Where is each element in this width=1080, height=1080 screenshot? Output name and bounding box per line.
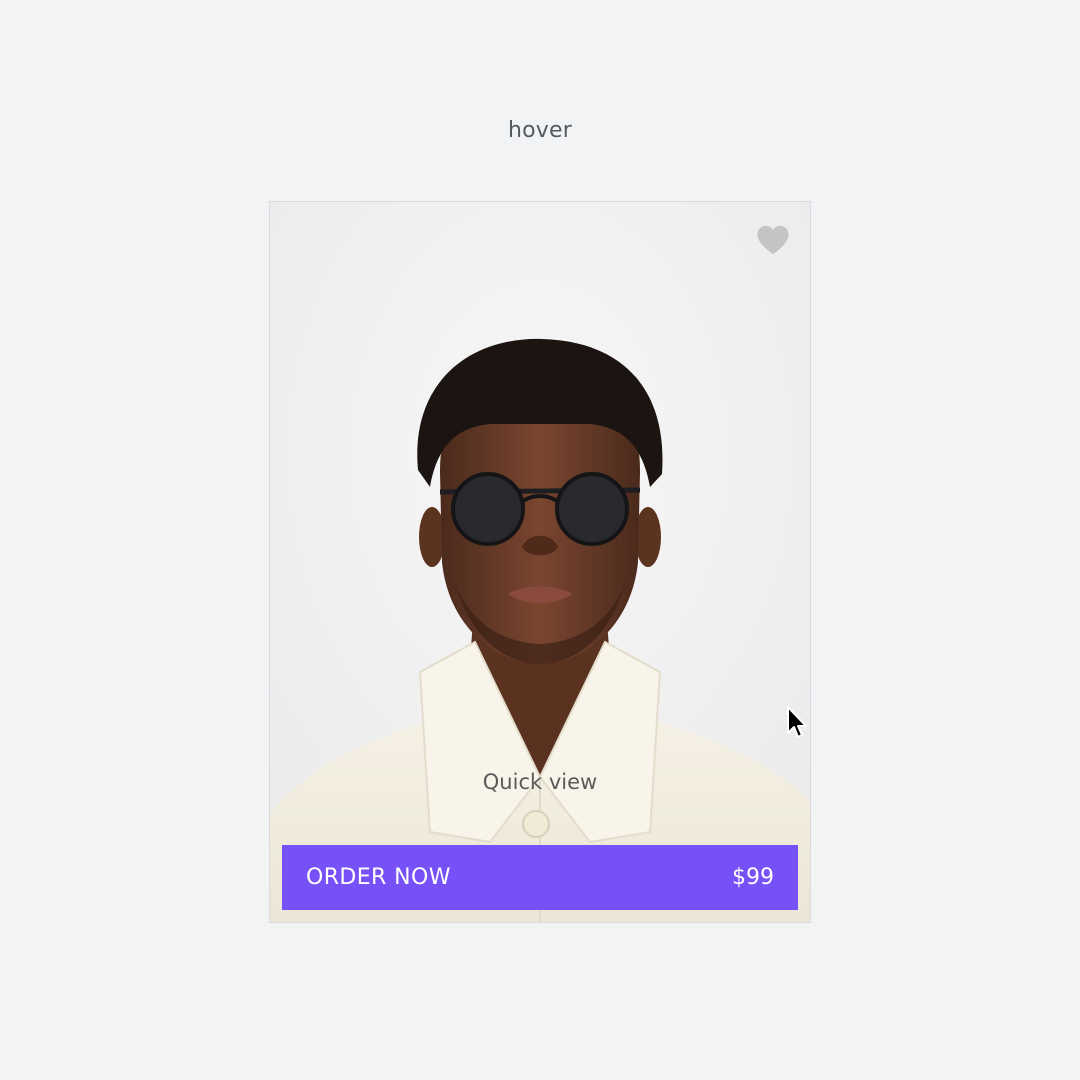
order-now-button[interactable]: ORDER NOW $99 [282, 845, 798, 910]
heart-icon[interactable] [756, 224, 790, 256]
price-label: $99 [732, 865, 774, 890]
product-card[interactable]: Quick view ORDER NOW $99 [269, 201, 811, 923]
state-label: hover [507, 118, 572, 143]
mouse-cursor-icon [787, 706, 807, 738]
order-label: ORDER NOW [306, 865, 451, 890]
quick-view-link[interactable]: Quick view [270, 770, 810, 794]
product-photo [270, 202, 810, 922]
